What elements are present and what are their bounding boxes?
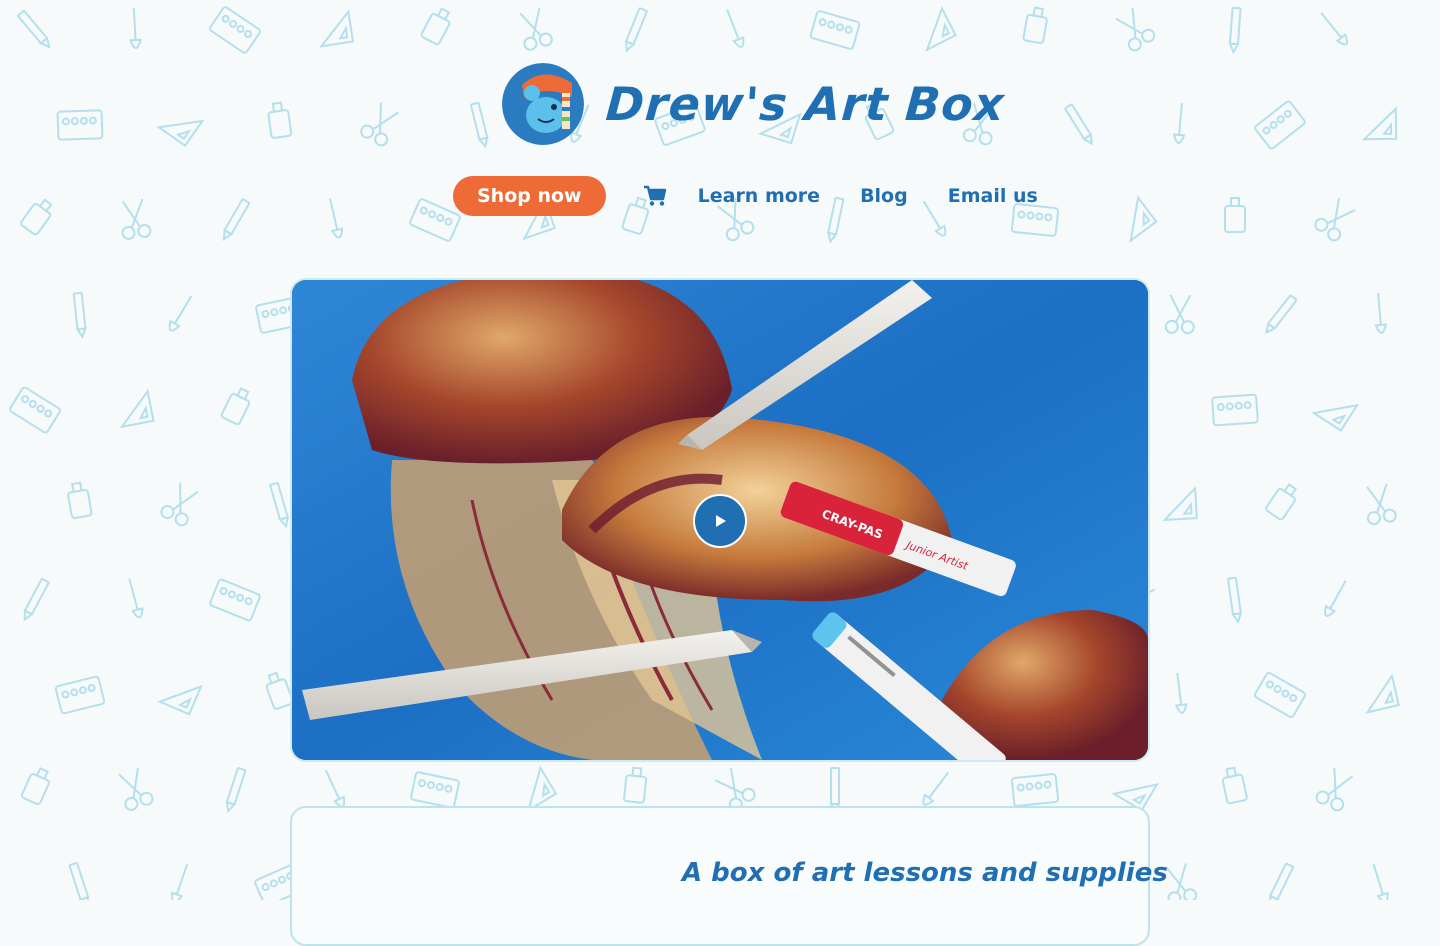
shop-now-button[interactable]: Shop now [453,176,606,216]
main-nav: Shop now Learn more Blog Email us [453,176,1038,216]
brand-name[interactable]: Drew's Art Box [604,77,1006,131]
intro-card: A box of art lessons and supplies [290,806,1168,946]
play-button[interactable] [693,494,747,548]
hero-video-card: CRAY-PAS Junior Artist [290,278,1150,762]
nav-link-blog[interactable]: Blog [860,185,908,207]
brand[interactable]: Drew's Art Box [502,62,1007,146]
cart-icon[interactable] [642,183,668,209]
nav-link-learn-more[interactable]: Learn more [698,185,820,207]
hero-video[interactable]: CRAY-PAS Junior Artist [292,280,1148,760]
mascot-logo-icon[interactable] [502,63,584,145]
intro-tagline: A box of art lessons and supplies [682,858,1168,888]
play-icon [716,515,726,527]
nav-link-email-us[interactable]: Email us [948,185,1038,207]
